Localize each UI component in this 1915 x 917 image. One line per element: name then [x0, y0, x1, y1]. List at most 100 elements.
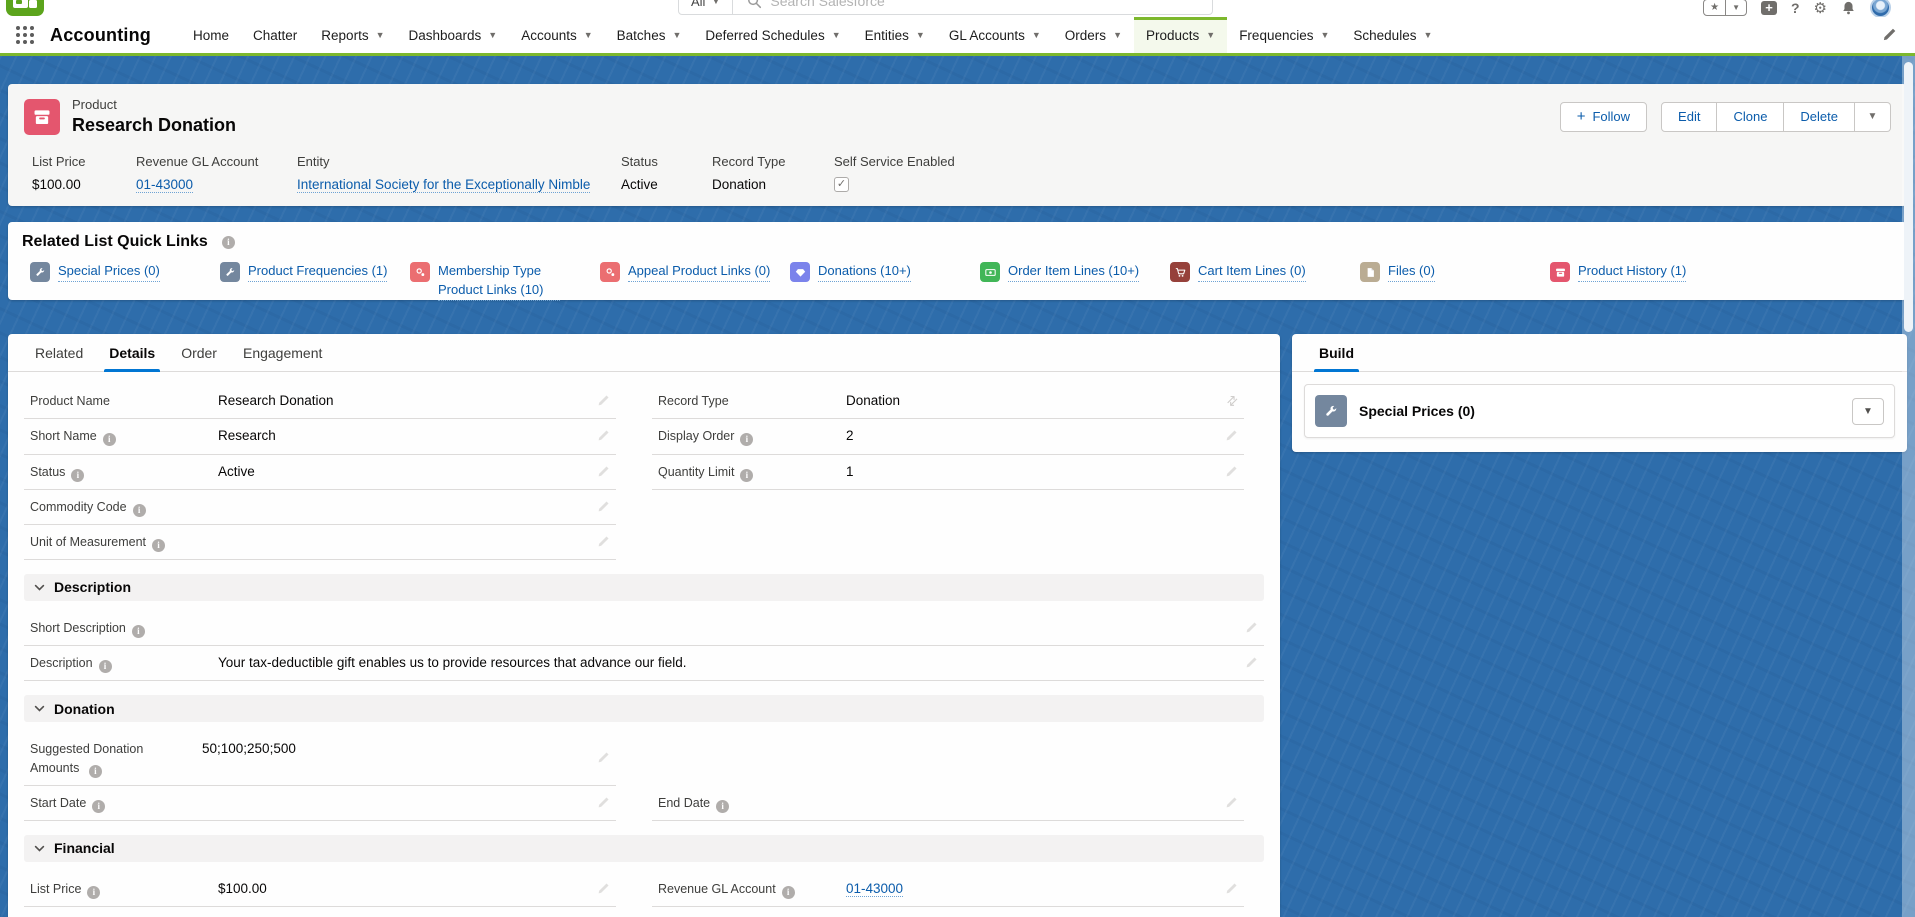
nav-tab-home[interactable]: Home: [181, 17, 241, 53]
info-icon[interactable]: [222, 236, 235, 249]
edit-pencil-icon[interactable]: [1225, 429, 1238, 442]
delete-button[interactable]: Delete: [1784, 102, 1855, 132]
nav-tab-chatter[interactable]: Chatter: [241, 17, 309, 53]
user-avatar[interactable]: [1870, 0, 1891, 17]
search-input[interactable]: [770, 0, 1150, 9]
quick-link-donations: Donations (10+): [790, 262, 980, 301]
quick-link-label[interactable]: Product Frequencies (1): [248, 262, 387, 282]
quick-link-label[interactable]: Membership Type Product Links (10): [438, 262, 560, 301]
nav-tab-orders[interactable]: Orders▼: [1053, 17, 1134, 53]
revenue-gl-account-link[interactable]: 01-43000: [846, 881, 903, 897]
edit-pencil-icon[interactable]: [1245, 656, 1258, 669]
notifications-bell-icon[interactable]: [1841, 0, 1856, 16]
quick-link-label[interactable]: Cart Item Lines (0): [1198, 262, 1306, 282]
quick-link-label[interactable]: Appeal Product Links (0): [628, 262, 770, 282]
empty-cell: [652, 490, 1244, 525]
nav-tab-schedules[interactable]: Schedules▼: [1341, 17, 1444, 53]
edit-pencil-icon[interactable]: [597, 535, 610, 548]
quick-link-label[interactable]: Order Item Lines (10+): [1008, 262, 1139, 282]
nav-tab-batches[interactable]: Batches▼: [605, 17, 694, 53]
info-icon[interactable]: [87, 886, 100, 899]
field-display-order: Display Order 2: [652, 419, 1244, 454]
quick-link-label[interactable]: Donations (10+): [818, 262, 911, 282]
section-header-donation[interactable]: Donation: [24, 695, 1264, 722]
info-icon[interactable]: [133, 504, 146, 517]
nav-tab-deferred-schedules[interactable]: Deferred Schedules▼: [693, 17, 852, 53]
info-icon[interactable]: [71, 469, 84, 482]
nav-tab-products[interactable]: Products▼: [1134, 17, 1227, 53]
field-record-type: Record Type Donation ⇄: [652, 384, 1244, 419]
edit-pencil-icon[interactable]: [597, 796, 610, 809]
edit-pencil-icon[interactable]: [597, 465, 610, 478]
field-end-date: End Date: [652, 786, 1244, 821]
info-icon[interactable]: [782, 886, 795, 899]
edit-pencil-icon[interactable]: [597, 751, 610, 764]
edit-pencil-icon[interactable]: [1245, 621, 1258, 634]
vertical-scrollbar[interactable]: [1902, 56, 1915, 917]
section-header-description[interactable]: Description: [24, 574, 1264, 601]
chevron-down-icon: ▼: [1206, 30, 1215, 40]
nav-tab-entities[interactable]: Entities▼: [853, 17, 937, 53]
quick-link-label[interactable]: Files (0): [1388, 262, 1435, 282]
edit-pencil-icon[interactable]: [597, 882, 610, 895]
tab-details[interactable]: Details: [96, 334, 168, 371]
chevron-down-icon: ▼: [376, 30, 385, 40]
tab-build[interactable]: Build: [1306, 334, 1367, 371]
product-box-icon: [1550, 262, 1570, 282]
global-search[interactable]: All ▼: [678, 0, 1213, 15]
self-service-enabled-checkbox[interactable]: [834, 177, 849, 192]
empty-cell: [652, 525, 1244, 560]
edit-pencil-icon[interactable]: [1225, 796, 1238, 809]
edit-pencil-icon[interactable]: [597, 394, 610, 407]
revenue-gl-account-link[interactable]: 01-43000: [136, 177, 193, 193]
info-icon[interactable]: [103, 433, 116, 446]
info-icon[interactable]: [740, 433, 753, 446]
tab-engagement[interactable]: Engagement: [230, 334, 335, 371]
global-actions-icon[interactable]: +: [1761, 1, 1777, 15]
info-icon[interactable]: [99, 660, 112, 673]
info-icon[interactable]: [152, 539, 165, 552]
nav-tab-dashboards[interactable]: Dashboards▼: [397, 17, 510, 53]
tab-related[interactable]: Related: [22, 334, 96, 371]
help-icon[interactable]: ?: [1791, 0, 1800, 16]
tab-order[interactable]: Order: [168, 334, 230, 371]
quick-link-product-history: Product History (1): [1550, 262, 1686, 301]
favorites-control[interactable]: ★ ▼: [1703, 0, 1747, 16]
search-scope-selector[interactable]: All ▼: [679, 0, 733, 14]
info-icon[interactable]: [89, 765, 102, 778]
more-actions-dropdown-button[interactable]: ▼: [1855, 102, 1891, 132]
search-icon: [747, 0, 762, 9]
info-icon[interactable]: [132, 625, 145, 638]
scrollbar-thumb[interactable]: [1904, 62, 1913, 332]
app-launcher-icon[interactable]: [16, 26, 34, 44]
edit-button[interactable]: Edit: [1661, 102, 1717, 132]
quick-link-label[interactable]: Special Prices (0): [58, 262, 160, 282]
nav-tab-gl-accounts[interactable]: GL Accounts▼: [937, 17, 1053, 53]
edit-pencil-icon[interactable]: [597, 500, 610, 513]
build-card: Build Special Prices (0) ▼: [1292, 334, 1907, 452]
empty-cell: [652, 732, 1244, 786]
star-icon[interactable]: ★: [1704, 0, 1725, 15]
clone-button[interactable]: Clone: [1717, 102, 1784, 132]
section-header-financial[interactable]: Financial: [24, 835, 1264, 862]
info-icon[interactable]: [92, 800, 105, 813]
field-entity: Entity International Society for the Exc…: [24, 907, 616, 917]
chevron-down-icon[interactable]: ▼: [1725, 0, 1746, 15]
setup-gear-icon[interactable]: ⚙: [1814, 0, 1827, 17]
follow-button[interactable]: +Follow: [1560, 102, 1647, 132]
quick-link-label[interactable]: Product History (1): [1578, 262, 1686, 282]
nav-tab-reports[interactable]: Reports▼: [309, 17, 396, 53]
app-logo-icon[interactable]: [6, 0, 44, 16]
info-icon[interactable]: [740, 469, 753, 482]
expand-dropdown-button[interactable]: ▼: [1852, 398, 1884, 425]
edit-pencil-icon[interactable]: [597, 429, 610, 442]
edit-page-pencil-icon[interactable]: [1882, 27, 1897, 42]
info-icon[interactable]: [716, 800, 729, 813]
product-object-icon: [24, 99, 60, 135]
edit-pencil-icon[interactable]: [1225, 465, 1238, 478]
field-commodity-code: Commodity Code: [24, 490, 616, 525]
nav-tab-frequencies[interactable]: Frequencies▼: [1227, 17, 1341, 53]
edit-pencil-icon[interactable]: [1225, 882, 1238, 895]
nav-tab-accounts[interactable]: Accounts▼: [509, 17, 604, 53]
entity-link[interactable]: International Society for the Exceptiona…: [297, 177, 590, 193]
